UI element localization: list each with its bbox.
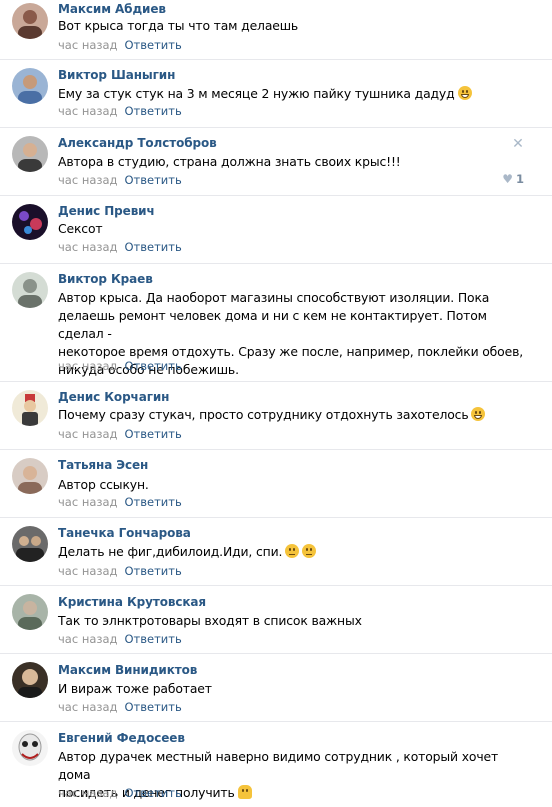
avatar[interactable] [12, 204, 48, 240]
comment-time[interactable]: час назад [58, 786, 118, 800]
comment-meta: час назад Ответить [58, 495, 182, 509]
person-emoji-icon [237, 785, 252, 799]
avatar[interactable] [12, 458, 48, 494]
comment-time[interactable]: час назад [58, 427, 118, 441]
reply-button[interactable]: Ответить [125, 495, 182, 509]
comment-time[interactable]: час назад [58, 359, 118, 373]
comment-meta: час назад Ответить [58, 38, 182, 52]
comment-time[interactable]: час назад [58, 564, 118, 578]
comment-text-content: Почему сразу стукач, просто сотруднику о… [58, 407, 469, 422]
comment-meta: час назад Ответить [58, 359, 182, 373]
reply-button[interactable]: Ответить [125, 104, 182, 118]
comment-author[interactable]: Евгений Федосеев [58, 731, 185, 745]
avatar[interactable] [12, 136, 48, 172]
comment-meta: час назад Ответить [58, 104, 182, 118]
grin-emoji-icon [471, 407, 486, 421]
comment-time[interactable]: час назад [58, 173, 118, 187]
comment-meta: час назад Ответить [58, 240, 182, 254]
comment-item: Танечка Гончарова Делать не фиг,дибилоид… [0, 518, 552, 586]
comment-item: Максим Абдиев Вот крыса тогда ты что там… [0, 0, 552, 60]
avatar[interactable] [12, 594, 48, 630]
reply-button[interactable]: Ответить [125, 240, 182, 254]
avatar[interactable] [12, 390, 48, 426]
like-count: 1 [515, 172, 524, 186]
comment-meta: час назад Ответить [58, 786, 182, 800]
comment-author[interactable]: Денис Корчагин [58, 390, 169, 404]
comment-text: Вот крыса тогда ты что там делаешь [58, 18, 299, 33]
avatar[interactable] [12, 68, 48, 104]
comment-item: Александр Толстобров ✕ Автора в студию, … [0, 128, 552, 196]
reply-button[interactable]: Ответить [125, 38, 182, 52]
comment-item: Максим Винидиктов И вираж тоже работает … [0, 654, 552, 722]
reply-button[interactable]: Ответить [125, 564, 182, 578]
reply-button[interactable]: Ответить [125, 359, 182, 373]
comment-author[interactable]: Максим Абдиев [58, 2, 166, 16]
comment-text-content: Ему за стук стук на 3 м месяце 2 нужю па… [58, 86, 455, 101]
comment-author[interactable]: Александр Толстобров [58, 136, 217, 150]
comment-author[interactable]: Виктор Краев [58, 272, 153, 286]
comment-text: И вираж тоже работает [58, 681, 212, 696]
comment-time[interactable]: час назад [58, 632, 118, 646]
comment-item: Виктор Краев Автор крыса. Да наоборот ма… [0, 264, 552, 382]
comment-text: Делать не фиг,дибилоид.Иди, спи. [58, 543, 528, 561]
comment-author[interactable]: Танечка Гончарова [58, 526, 191, 540]
reply-button[interactable]: Ответить [125, 173, 182, 187]
grin-emoji-icon [457, 86, 472, 100]
comment-meta: час назад Ответить [58, 700, 182, 714]
comment-time[interactable]: час назад [58, 240, 118, 254]
close-icon[interactable]: ✕ [512, 137, 524, 151]
comment-text-content: Делать не фиг,дибилоид.Иди, спи. [58, 544, 283, 559]
comments-feed: Максим Абдиев Вот крыса тогда ты что там… [0, 0, 552, 807]
comment-text: Почему сразу стукач, просто сотруднику о… [58, 406, 528, 424]
comment-text: Автор ссыкун. [58, 477, 149, 492]
comment-time[interactable]: час назад [58, 104, 118, 118]
comment-meta: час назад Ответить [58, 564, 182, 578]
comment-text: Ему за стук стук на 3 м месяце 2 нужю па… [58, 85, 528, 103]
comment-time[interactable]: час назад [58, 700, 118, 714]
avatar[interactable] [12, 526, 48, 562]
like-button[interactable]: ♥ 1 [502, 172, 524, 186]
reply-button[interactable]: Ответить [125, 700, 182, 714]
comment-item: Татьяна Эсен Автор ссыкун. час назад Отве… [0, 450, 552, 518]
comment-author[interactable]: Татьяна Эсен [58, 458, 148, 472]
avatar[interactable] [12, 272, 48, 308]
comment-time[interactable]: час назад [58, 495, 118, 509]
comment-item: Кристина Крутовская Так то элнктротовары… [0, 586, 552, 654]
comment-meta: час назад Ответить [58, 173, 182, 187]
reply-button[interactable]: Ответить [125, 632, 182, 646]
neutral-emoji-icon [302, 544, 317, 558]
comment-text: Сексот [58, 221, 103, 236]
reply-button[interactable]: Ответить [125, 427, 182, 441]
avatar[interactable] [12, 3, 48, 39]
comment-time[interactable]: час назад [58, 38, 118, 52]
avatar[interactable] [12, 662, 48, 698]
comment-text: Автора в студию, страна должна знать сво… [58, 154, 401, 169]
comment-author[interactable]: Денис Превич [58, 204, 155, 218]
comment-author[interactable]: Максим Винидиктов [58, 663, 197, 677]
comment-author[interactable]: Кристина Крутовская [58, 595, 206, 609]
comment-meta: час назад Ответить [58, 427, 182, 441]
comment-author[interactable]: Виктор Шаныгин [58, 68, 175, 82]
comment-meta: час назад Ответить [58, 632, 182, 646]
reply-button[interactable]: Ответить [125, 786, 182, 800]
comment-item: Денис Корчагин Почему сразу стукач, прос… [0, 382, 552, 450]
comment-text: Так то элнктротовары входят в список важ… [58, 613, 362, 628]
comment-item: Виктор Шаныгин Ему за стук стук на 3 м м… [0, 60, 552, 128]
avatar[interactable] [12, 730, 48, 766]
comment-item: Евгений Федосеев Автор дурачек местный н… [0, 722, 552, 807]
comment-item: Денис Превич Сексот час назад Ответить [0, 196, 552, 264]
heart-icon: ♥ [502, 172, 513, 186]
thinking-emoji-icon [285, 544, 300, 558]
